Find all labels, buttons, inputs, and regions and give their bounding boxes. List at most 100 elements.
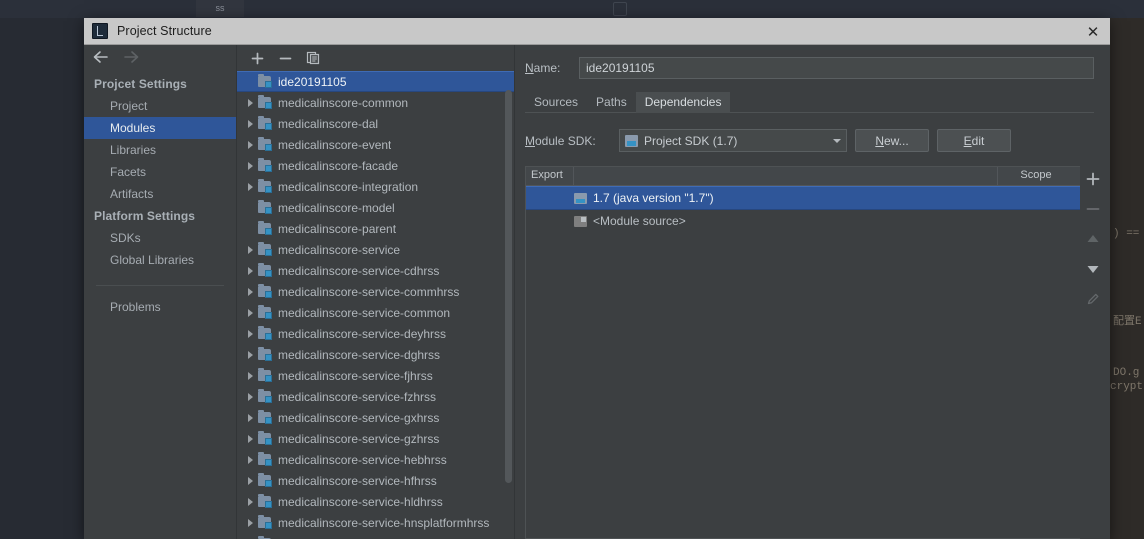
- dialog-titlebar[interactable]: Project Structure ✕: [84, 18, 1110, 45]
- sidebar-item-libraries[interactable]: Libraries: [84, 139, 236, 161]
- module-tree-row[interactable]: medicalinscore-common: [237, 92, 514, 113]
- nav-group-title: Projcet Settings: [94, 77, 187, 91]
- dependencies-area: Export Scope 1.7 (java version "1.7") <Mo…: [525, 166, 1110, 539]
- chevron-right-icon[interactable]: [243, 449, 258, 470]
- copy-icon[interactable]: [305, 50, 321, 66]
- module-tree-row[interactable]: medicalinscore-service-common: [237, 302, 514, 323]
- chevron-right-icon[interactable]: [243, 365, 258, 386]
- module-sdk-dropdown[interactable]: Project SDK (1.7): [619, 129, 847, 152]
- module-tree-row-label: medicalinscore-service-common: [278, 305, 451, 320]
- sidebar-item-artifacts[interactable]: Artifacts: [84, 183, 236, 205]
- module-tree-row[interactable]: medicalinscore-parent: [237, 218, 514, 239]
- chevron-right-icon[interactable]: [243, 176, 258, 197]
- sdk-icon: [625, 134, 638, 147]
- chevron-right-icon[interactable]: [243, 491, 258, 512]
- chevron-right-icon[interactable]: [243, 260, 258, 281]
- tab-sources[interactable]: Sources: [525, 92, 587, 113]
- editor-tab-ghost[interactable]: ss: [196, 0, 244, 17]
- chevron-right-icon[interactable]: [243, 113, 258, 134]
- chevron-right-icon[interactable]: [243, 428, 258, 449]
- sidebar-item-problems[interactable]: Problems: [84, 296, 236, 318]
- edit-sdk-button[interactable]: Edit: [937, 129, 1011, 152]
- column-header-name[interactable]: [574, 167, 998, 185]
- background-code-line: 配置E: [1113, 316, 1142, 328]
- chevron-right-icon[interactable]: [243, 386, 258, 407]
- arrow-up-icon[interactable]: [1084, 230, 1102, 248]
- close-icon[interactable]: ✕: [1082, 21, 1104, 43]
- module-tree-row[interactable]: medicalinscore-event: [237, 134, 514, 155]
- tab-paths[interactable]: Paths: [587, 92, 636, 113]
- plus-icon[interactable]: [1084, 170, 1102, 188]
- dependency-row-name: 1.7 (java version "1.7"): [593, 191, 714, 205]
- chevron-right-icon[interactable]: [243, 533, 258, 539]
- module-tree-row[interactable]: medicalinscore-service-hnhrss: [237, 533, 514, 539]
- arrow-left-icon[interactable]: [92, 50, 110, 66]
- module-tree-row[interactable]: medicalinscore-facade: [237, 155, 514, 176]
- sidebar-item-sdks[interactable]: SDKs: [84, 227, 236, 249]
- chevron-right-icon[interactable]: [243, 407, 258, 428]
- module-tree-row[interactable]: medicalinscore-service-hldhrss: [237, 491, 514, 512]
- module-icon: [258, 326, 272, 340]
- chevron-right-icon[interactable]: [243, 134, 258, 155]
- column-header-export[interactable]: Export: [526, 167, 574, 185]
- tree-toggle-empty: [243, 197, 258, 218]
- module-tree-row[interactable]: medicalinscore-service-commhrss: [237, 281, 514, 302]
- module-tree-row[interactable]: medicalinscore-service-dghrss: [237, 344, 514, 365]
- module-tree-scrollbar[interactable]: [505, 71, 512, 539]
- sidebar-item-project[interactable]: Project: [84, 95, 236, 117]
- module-icon: [258, 389, 272, 403]
- module-source-icon: [574, 215, 587, 227]
- dependencies-toolbar: [1080, 166, 1106, 539]
- project-structure-dialog: Project Structure ✕ Projcet Settings Pro…: [84, 18, 1110, 539]
- chevron-down-icon[interactable]: [828, 138, 846, 143]
- module-tree-row[interactable]: medicalinscore-service-deyhrss: [237, 323, 514, 344]
- chevron-right-icon[interactable]: [243, 239, 258, 260]
- module-tree-row[interactable]: medicalinscore-service-hfhrss: [237, 470, 514, 491]
- chevron-right-icon[interactable]: [243, 92, 258, 113]
- chevron-right-icon[interactable]: [243, 323, 258, 344]
- module-tree-row[interactable]: medicalinscore-service-gxhrss: [237, 407, 514, 428]
- module-tree-row[interactable]: medicalinscore-service-hnsplatformhrss: [237, 512, 514, 533]
- chevron-right-icon[interactable]: [243, 512, 258, 533]
- plus-icon[interactable]: [249, 50, 265, 66]
- minus-icon[interactable]: [1084, 200, 1102, 218]
- module-tree-row[interactable]: medicalinscore-model: [237, 197, 514, 218]
- scrollbar-thumb[interactable]: [505, 89, 512, 483]
- dependencies-table-header: Export Scope: [526, 167, 1080, 186]
- module-tree-row[interactable]: medicalinscore-service-fjhrss: [237, 365, 514, 386]
- module-tree-row[interactable]: medicalinscore-dal: [237, 113, 514, 134]
- column-header-scope[interactable]: Scope: [998, 167, 1080, 185]
- module-tree-row[interactable]: ide20191105: [237, 71, 514, 92]
- chevron-right-icon[interactable]: [243, 281, 258, 302]
- module-tree-row[interactable]: medicalinscore-service-hebhrss: [237, 449, 514, 470]
- module-icon: [258, 284, 272, 298]
- new-sdk-button[interactable]: New...: [855, 129, 929, 152]
- arrow-down-icon[interactable]: [1084, 260, 1102, 278]
- editor-tab-bar: [0, 0, 1144, 18]
- module-tree-row[interactable]: medicalinscore-service-cdhrss: [237, 260, 514, 281]
- editor-toolbar-icon-ghost[interactable]: [613, 2, 627, 16]
- dependency-row[interactable]: 1.7 (java version "1.7"): [526, 186, 1080, 210]
- minus-icon[interactable]: [277, 50, 293, 66]
- tab-dependencies[interactable]: Dependencies: [635, 92, 731, 113]
- chevron-right-icon[interactable]: [243, 344, 258, 365]
- sidebar-item-modules[interactable]: Modules: [84, 117, 236, 139]
- module-icon: [258, 221, 272, 235]
- chevron-right-icon[interactable]: [243, 302, 258, 323]
- module-icon: [258, 158, 272, 172]
- tool-window-left: [0, 0, 84, 539]
- pencil-icon[interactable]: [1084, 290, 1102, 308]
- editor-right-strip: [1110, 0, 1144, 539]
- module-detail-tabs: Sources Paths Dependencies: [525, 91, 1110, 113]
- sidebar-item-global-libraries[interactable]: Global Libraries: [84, 249, 236, 271]
- module-tree-row[interactable]: medicalinscore-integration: [237, 176, 514, 197]
- sidebar-item-facets[interactable]: Facets: [84, 161, 236, 183]
- module-icon: [258, 494, 272, 508]
- module-tree-row[interactable]: medicalinscore-service: [237, 239, 514, 260]
- chevron-right-icon[interactable]: [243, 470, 258, 491]
- dependency-row[interactable]: <Module source>: [526, 210, 1080, 232]
- module-tree-row[interactable]: medicalinscore-service-fzhrss: [237, 386, 514, 407]
- chevron-right-icon[interactable]: [243, 155, 258, 176]
- module-tree-row[interactable]: medicalinscore-service-gzhrss: [237, 428, 514, 449]
- module-name-input[interactable]: [579, 57, 1094, 79]
